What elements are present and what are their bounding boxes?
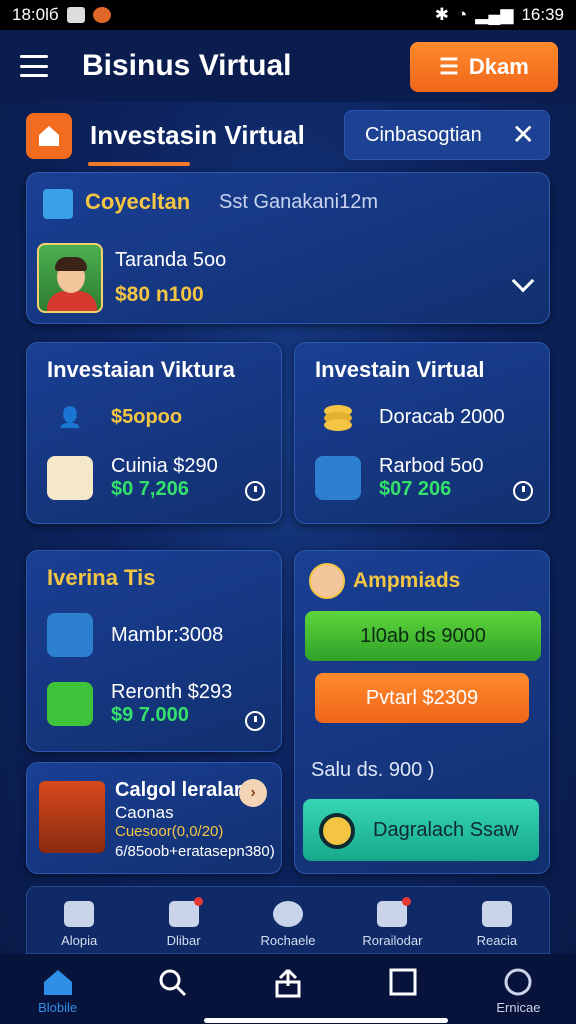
plane-icon: [64, 901, 95, 927]
mail-icon: [66, 7, 85, 23]
card-amount: $0 7,206: [111, 478, 189, 500]
share-icon: [275, 968, 301, 998]
active-tab-indicator: [88, 162, 190, 166]
box-icon: [43, 189, 73, 219]
game-title: Calgol leralar: [115, 779, 242, 801]
chevron-down-icon[interactable]: [511, 269, 535, 293]
game-subtitle: Caonas: [115, 803, 174, 822]
app-notification-icon: [92, 7, 111, 23]
tab-row: Investasin Virtual Cinbasogtian ✕: [22, 108, 554, 170]
tab-investasin-virtual[interactable]: Investasin Virtual: [90, 120, 305, 151]
home-icon: [43, 970, 72, 995]
info-icon[interactable]: [245, 481, 265, 501]
nav-label: Reacia: [476, 933, 518, 948]
card-line: Cuinia $290: [111, 455, 218, 477]
nav-label: Rorailodar: [362, 933, 423, 948]
card-line: Rarbod 5o0: [379, 455, 484, 477]
summary-subtitle: Sst Ganakani12m: [219, 191, 378, 213]
bottom-home[interactable]: Blobile: [0, 954, 115, 1024]
game-line-white: 6/85oob+eratasepn380): [115, 843, 275, 860]
vibrate-icon: ✱: [434, 5, 449, 24]
bottom-profile-label: Ernicae: [496, 1000, 541, 1015]
tab-cinbasogtian[interactable]: Cinbasogtian ✕: [344, 110, 550, 160]
dkam-button-label: Dkam: [468, 54, 529, 79]
face-icon: [504, 968, 532, 996]
summary-card[interactable]: Coyecltan Sst Ganakani12m Taranda 5oo $8…: [26, 172, 550, 324]
nav-item-dlibar[interactable]: Dlibar: [131, 887, 235, 953]
card-title: Ampmiads: [353, 569, 461, 592]
section-nav: Alopia Dlibar Rochaele Rorailodar Reacia: [26, 886, 550, 954]
dkam-button[interactable]: ☰ Dkam: [410, 42, 558, 92]
bottom-profile[interactable]: Ernicae: [461, 954, 576, 1024]
avatar: [309, 563, 345, 599]
app-title: Bisinus Virtual: [82, 49, 292, 82]
nav-item-rorailodar[interactable]: Rorailodar: [340, 887, 444, 953]
card-title: Investaian Viktura: [47, 357, 235, 382]
blue-cube-icon: [47, 613, 93, 657]
summary-title: Coyecltan: [85, 189, 191, 214]
cash-box-icon: [315, 456, 361, 500]
tab-home-icon[interactable]: [26, 113, 72, 159]
summary-name: Taranda 5oo: [115, 249, 227, 271]
balance-text: Salu ds. 900 ): [311, 759, 435, 781]
game-thumbnail: [39, 781, 105, 853]
coins-icon: [315, 395, 361, 439]
card-amount: $07 206: [379, 478, 452, 500]
folder-icon: [168, 897, 203, 927]
info-icon[interactable]: [513, 481, 533, 501]
card-title: Investain Virtual: [315, 357, 485, 382]
nav-item-alopia[interactable]: Alopia: [27, 887, 131, 953]
green-action-button[interactable]: 1l0ab ds 9000: [305, 611, 541, 661]
investment-card-3[interactable]: Iverina Tis Mambr:3008 Reronth $293 $9 7…: [26, 550, 282, 752]
teal-action-label: Dagralach Ssaw: [373, 818, 519, 841]
card-value: Mambr:3008: [111, 623, 224, 646]
bottom-square[interactable]: [346, 954, 461, 1024]
search-icon: [159, 969, 186, 997]
nav-item-reacia[interactable]: Reacia: [445, 887, 549, 953]
bottom-home-label: Blobile: [38, 1000, 78, 1015]
card-line: Reronth $293: [111, 681, 233, 703]
status-time-left: 18:0lб: [12, 5, 59, 24]
home-indicator: [204, 1018, 448, 1023]
house-icon: [481, 901, 512, 927]
nav-label: Alopia: [61, 933, 98, 948]
card-value: $5opoo: [111, 405, 183, 428]
ticket-icon: [47, 456, 93, 500]
app-bar: Bisinus Virtual ☰ Dkam: [0, 30, 576, 102]
badge-icon: [319, 813, 355, 849]
controller-icon: [377, 897, 412, 927]
teal-action-button[interactable]: Dagralach Ssaw: [303, 799, 539, 861]
bottom-bar: Blobile Ernicae: [0, 954, 576, 1024]
summary-amount: $80 n100: [115, 283, 204, 306]
nav-label: Dlibar: [166, 933, 201, 948]
game-card[interactable]: Calgol leralar Caonas Cuesoor(0,0/20) 6/…: [26, 762, 282, 874]
bottom-search[interactable]: [115, 954, 230, 1024]
info-icon[interactable]: [245, 711, 265, 731]
card-title: Iverina Tis: [47, 565, 156, 590]
arrow-right-icon[interactable]: ›: [239, 779, 267, 807]
nav-item-rochaele[interactable]: Rochaele: [236, 887, 340, 953]
close-icon[interactable]: ✕: [512, 121, 535, 149]
status-bar: 18:0lб ✱ ◔ ▂▄▆ 16:39: [0, 0, 576, 30]
card-value: Doracab 2000: [379, 405, 505, 428]
investment-card-2[interactable]: Investain Virtual Doracab 2000 Rarbod 5o…: [294, 342, 550, 524]
actions-card: Ampmiads 1l0ab ds 9000 Pvtarl $2309 Salu…: [294, 550, 550, 874]
orange-action-button[interactable]: Pvtarl $2309: [315, 673, 529, 723]
wifi-icon: ◔: [456, 5, 468, 24]
green-cube-icon: [47, 682, 93, 726]
card-amount: $9 7.000: [111, 704, 189, 726]
circle-icon: [273, 901, 304, 927]
nav-label: Rochaele: [260, 933, 316, 948]
list-icon: ☰: [439, 54, 459, 79]
investment-card-1[interactable]: Investaian Viktura 👤 $5opoo Cuinia $290 …: [26, 342, 282, 524]
signal-icon: ▂▄▆: [475, 5, 514, 24]
status-time-right: 16:39: [521, 5, 564, 24]
square-icon: [389, 968, 417, 996]
menu-icon[interactable]: [20, 55, 48, 77]
tab-cinbasogtian-label: Cinbasogtian: [365, 123, 482, 146]
investor-icon: 👤: [57, 406, 83, 429]
game-line-yellow: Cuesoor(0,0/20): [115, 823, 224, 840]
bottom-share[interactable]: [230, 954, 345, 1024]
avatar: [37, 243, 103, 313]
